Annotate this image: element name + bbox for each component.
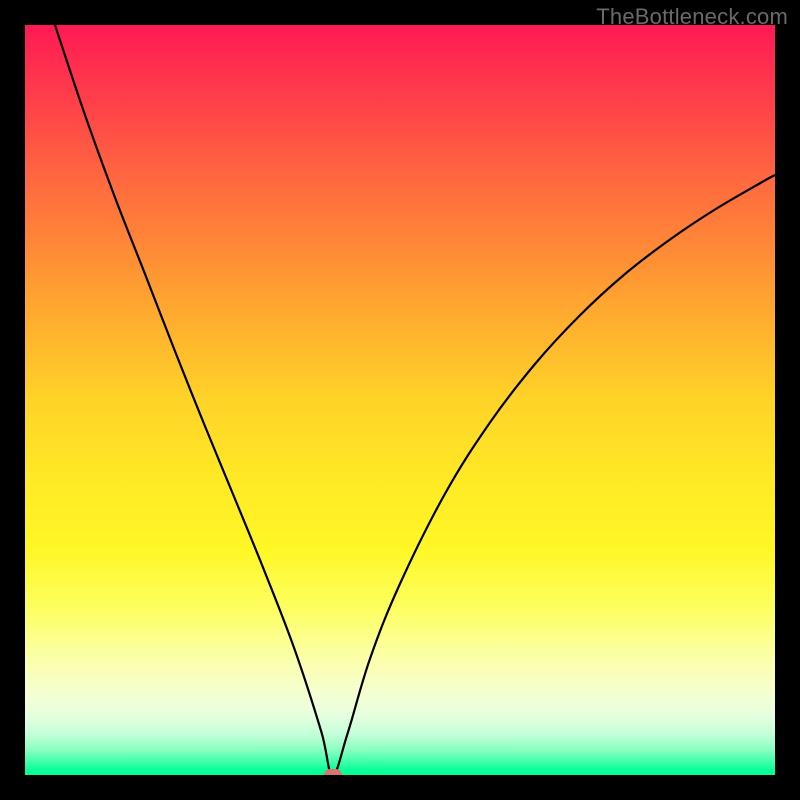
plot-area bbox=[25, 25, 775, 775]
optimal-point-marker bbox=[324, 769, 342, 775]
chart-frame: TheBottleneck.com bbox=[0, 0, 800, 800]
gradient-background bbox=[25, 25, 775, 775]
watermark-label: TheBottleneck.com bbox=[596, 4, 788, 30]
